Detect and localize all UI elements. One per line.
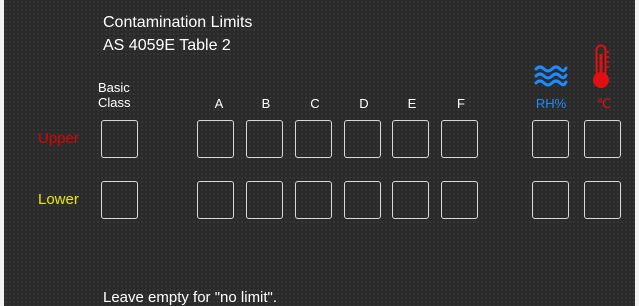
page-title: Contamination Limits	[103, 14, 253, 31]
column-header-rh: RH%	[535, 96, 567, 111]
column-header-b: B	[261, 96, 271, 111]
thermometer-icon	[593, 44, 609, 88]
column-header-basic-class: Basic Class	[98, 80, 144, 110]
lower-rh-input[interactable]	[532, 181, 569, 219]
row-label-lower: Lower	[38, 191, 79, 208]
upper-rh-input[interactable]	[532, 120, 569, 158]
column-header-basic-line2: Class	[98, 95, 131, 110]
column-header-c: C	[310, 96, 320, 111]
upper-c-input[interactable]	[295, 120, 332, 158]
lower-a-input[interactable]	[197, 181, 234, 219]
lower-basic-class-input[interactable]	[101, 181, 138, 219]
upper-temperature-input[interactable]	[584, 120, 621, 158]
column-header-basic-line1: Basic	[98, 80, 130, 95]
hint-text: Leave empty for "no limit".	[103, 289, 278, 306]
lower-f-input[interactable]	[441, 181, 478, 219]
column-header-f: F	[457, 96, 465, 111]
lower-c-input[interactable]	[295, 181, 332, 219]
upper-b-input[interactable]	[246, 120, 283, 158]
column-header-a: A	[214, 96, 224, 111]
upper-a-input[interactable]	[197, 120, 234, 158]
lower-b-input[interactable]	[246, 181, 283, 219]
upper-basic-class-input[interactable]	[101, 120, 138, 158]
humidity-waves-icon	[534, 65, 568, 87]
upper-d-input[interactable]	[344, 120, 381, 158]
column-header-d: D	[359, 96, 369, 111]
upper-f-input[interactable]	[441, 120, 478, 158]
row-label-upper: Upper	[38, 130, 79, 147]
lower-e-input[interactable]	[392, 181, 429, 219]
lower-temperature-input[interactable]	[584, 181, 621, 219]
column-header-temperature: ℃	[596, 96, 612, 111]
page-subtitle: AS 4059E Table 2	[103, 37, 231, 54]
upper-e-input[interactable]	[392, 120, 429, 158]
column-header-e: E	[407, 96, 417, 111]
lower-d-input[interactable]	[344, 181, 381, 219]
